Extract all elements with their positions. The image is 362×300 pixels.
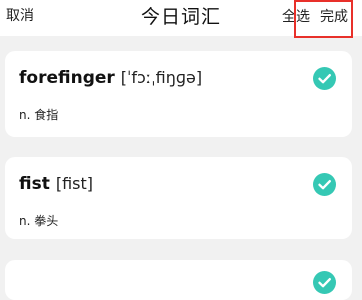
check-icon[interactable] <box>313 67 336 90</box>
meaning-text: n. 拳头 <box>19 214 59 228</box>
meaning-text: n. 食指 <box>19 108 59 122</box>
word-text: forefinger <box>19 68 115 88</box>
word-text: fist <box>19 174 50 194</box>
done-button[interactable]: 完成 <box>320 6 348 26</box>
word-card[interactable] <box>5 260 352 300</box>
word-card[interactable]: forefinger [ˈfɔːˌfiŋɡə] n. 食指 <box>5 51 352 137</box>
check-icon[interactable] <box>313 271 336 294</box>
phonetic-text: [fist] <box>55 174 94 193</box>
check-icon[interactable] <box>313 173 336 196</box>
word-line: fist [fist] <box>19 174 93 194</box>
top-bar: 取消 今日词汇 全选 完成 <box>0 0 362 36</box>
phonetic-text: [ˈfɔːˌfiŋɡə] <box>120 68 203 87</box>
select-all-button[interactable]: 全选 <box>282 6 310 26</box>
word-line: forefinger [ˈfɔːˌfiŋɡə] <box>19 68 202 88</box>
word-card[interactable]: fist [fist] n. 拳头 <box>5 157 352 239</box>
